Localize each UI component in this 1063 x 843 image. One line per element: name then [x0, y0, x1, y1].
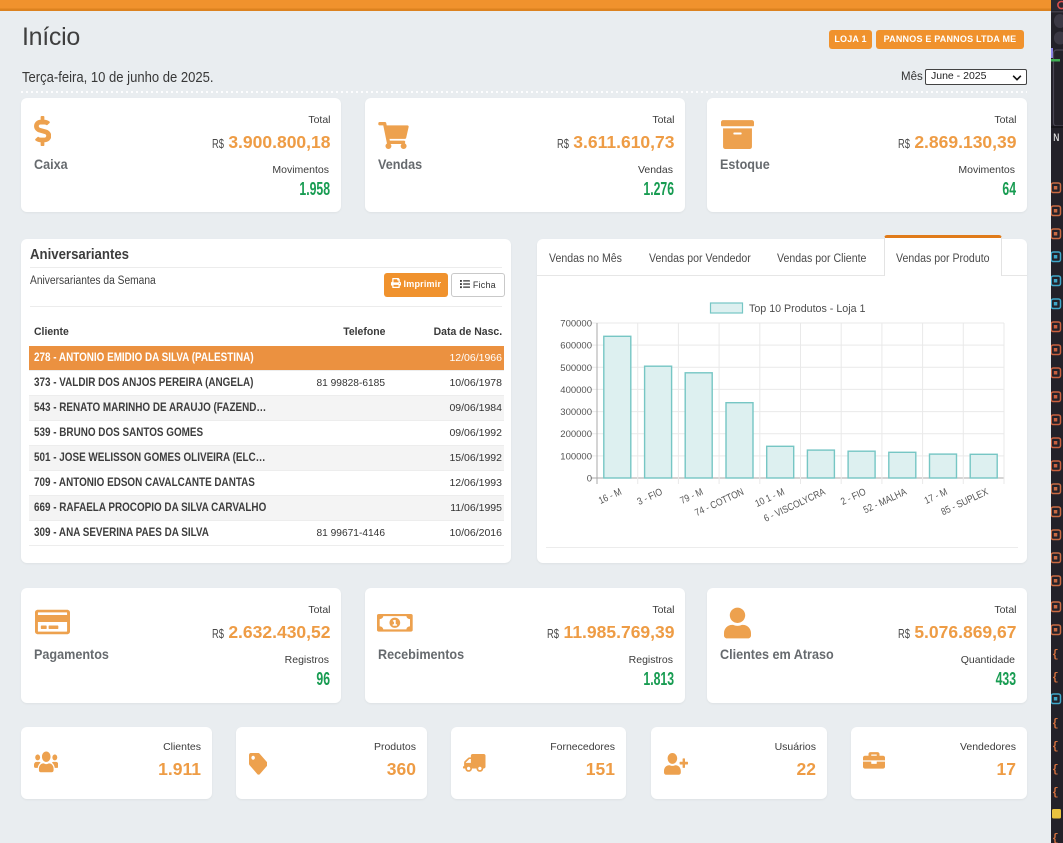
svg-text:100000: 100000 — [560, 451, 592, 462]
svg-text:{: { — [1052, 787, 1059, 799]
svg-text:17 - M: 17 - M — [923, 486, 949, 506]
svg-text:300000: 300000 — [560, 407, 592, 418]
svg-text:500000: 500000 — [560, 363, 592, 374]
svg-text:16 - M: 16 - M — [597, 486, 623, 506]
svg-text:{: { — [1052, 718, 1059, 730]
svg-text:52 - MALHA: 52 - MALHA — [862, 486, 909, 516]
svg-text:{: { — [1052, 672, 1059, 684]
svg-text:Top 10 Produtos - Loja 1: Top 10 Produtos - Loja 1 — [749, 303, 866, 315]
svg-text:3 - FIO: 3 - FIO — [636, 486, 664, 507]
svg-text:700000: 700000 — [560, 319, 592, 330]
svg-text:200000: 200000 — [560, 429, 592, 440]
svg-text:0: 0 — [587, 474, 592, 485]
svg-text:400000: 400000 — [560, 385, 592, 396]
svg-text:85 - SUPLEX: 85 - SUPLEX — [939, 486, 989, 517]
svg-text:600000: 600000 — [560, 341, 592, 352]
svg-text:79 - M: 79 - M — [678, 486, 704, 506]
svg-text:{: { — [1052, 741, 1059, 753]
svg-text:N: N — [1053, 133, 1060, 145]
svg-text:{: { — [1052, 833, 1059, 843]
svg-text:{: { — [1052, 649, 1059, 661]
svg-text:{: { — [1052, 764, 1059, 776]
